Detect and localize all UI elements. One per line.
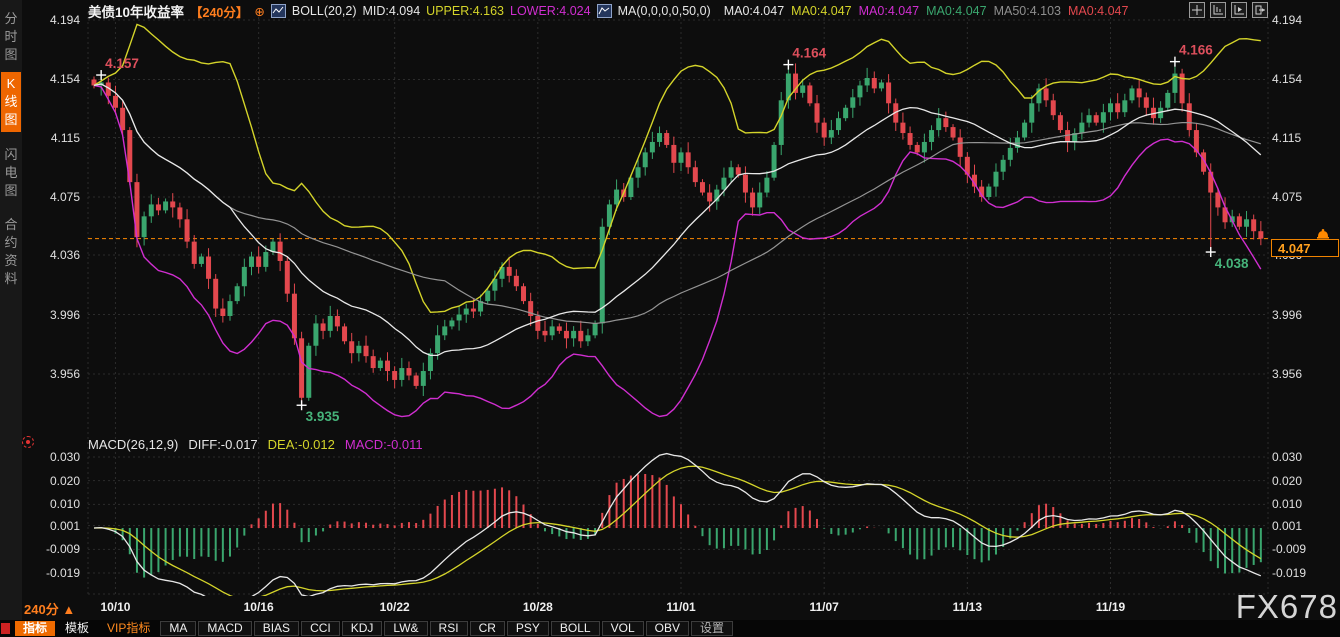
ma-value-5: MA0:4.047 <box>1068 4 1128 18</box>
x-axis-label: 11/07 <box>802 600 846 614</box>
toolbar-button-lw[interactable]: LW& <box>384 621 427 636</box>
macd-axis-label-right: 0.001 <box>1272 519 1324 533</box>
ma-label: MA(0,0,0,0,50,0) <box>618 4 711 18</box>
ma-value-2: MA0:4.047 <box>859 4 919 18</box>
price-annotation: 4.157 <box>105 56 139 71</box>
boll-indicator-icon[interactable] <box>271 4 286 18</box>
toolbar-button-rsi[interactable]: RSI <box>430 621 468 636</box>
timeframe-label: 【240分】 <box>190 2 248 21</box>
timeframe-up-arrow-icon: ▲ <box>62 602 75 617</box>
y-axis-label-left: 3.956 <box>28 367 80 381</box>
indicator-toolbar: 指标模板VIP指标MAMACDBIASCCIKDJLW&RSICRPSYBOLL… <box>0 620 1340 637</box>
macd-dea-value: DEA:-0.012 <box>268 437 335 452</box>
x-axis-label: 11/01 <box>659 600 703 614</box>
y-axis-label-left: 4.194 <box>28 13 80 27</box>
ma-value-1: MA0:4.047 <box>791 4 851 18</box>
ma-value-4: MA50:4.103 <box>994 4 1061 18</box>
macd-axis-label-left: 0.001 <box>28 519 80 533</box>
y-axis-label-right: 4.115 <box>1272 131 1324 145</box>
toolbar-button-templates[interactable]: 模板 <box>57 621 97 636</box>
exit-chart-icon[interactable] <box>1252 2 1268 18</box>
macd-header: MACD(26,12,9) DIFF:-0.017 DEA:-0.012 MAC… <box>88 437 423 452</box>
toolbar-button-kdj[interactable]: KDJ <box>342 621 383 636</box>
crosshair-icon[interactable] <box>1189 2 1205 18</box>
y-axis-label-right: 3.956 <box>1272 367 1324 381</box>
axis-scale-icon[interactable] <box>1210 2 1226 18</box>
y-axis-label-right: 4.154 <box>1272 72 1324 86</box>
price-annotation: 4.166 <box>1179 43 1213 58</box>
macd-axis-label-left: -0.019 <box>28 566 80 580</box>
price-annotation: 3.935 <box>306 409 340 424</box>
y-axis-label-left: 4.075 <box>28 190 80 204</box>
axis-play-icon[interactable] <box>1231 2 1247 18</box>
x-axis-label: 10/16 <box>237 600 281 614</box>
x-axis-label: 11/13 <box>945 600 989 614</box>
x-axis-label: 11/19 <box>1089 600 1133 614</box>
instrument-title: 美债10年收益率 <box>88 1 184 21</box>
app-logo-icon <box>1 623 10 634</box>
macd-label: MACD(26,12,9) <box>88 437 178 452</box>
y-axis-label-left: 4.036 <box>28 248 80 262</box>
x-axis-label: 10/28 <box>516 600 560 614</box>
ma-value-0: MA0:4.047 <box>724 4 784 18</box>
toolbar-button-vip-indicators[interactable]: VIP指标 <box>99 621 158 636</box>
price-annotation: 4.038 <box>1215 256 1249 271</box>
y-axis-label-left: 4.115 <box>28 131 80 145</box>
boll-upper-value: UPPER:4.163 <box>426 4 504 18</box>
toolbar-button-indicators[interactable]: 指标 <box>15 621 55 636</box>
sidebar-item-time-chart[interactable]: 分时图 <box>1 7 21 67</box>
chart-window-controls <box>1189 2 1268 18</box>
boll-label: BOLL(20,2) <box>292 4 357 18</box>
macd-axis-label-right: 0.030 <box>1272 450 1324 464</box>
macd-diff-value: DIFF:-0.017 <box>188 437 257 452</box>
y-axis-label-left: 4.154 <box>28 72 80 86</box>
sidebar-item-kline-chart[interactable]: K线图 <box>1 72 21 132</box>
toolbar-button-ma[interactable]: MA <box>160 621 196 636</box>
ma-indicator-icon[interactable] <box>597 4 612 18</box>
chart-canvas[interactable]: 4.157 3.935 4.164 4.166 4.038 <box>0 0 1340 637</box>
y-axis-label-right: 3.996 <box>1272 308 1324 322</box>
chart-header: 美债10年收益率 【240分】 ⊕ BOLL(20,2) MID:4.094 U… <box>88 3 1128 19</box>
macd-macd-value: MACD:-0.011 <box>345 437 423 452</box>
macd-axis-label-left: -0.009 <box>28 542 80 556</box>
toolbar-button-boll[interactable]: BOLL <box>551 621 600 636</box>
macd-axis-label-right: -0.009 <box>1272 542 1324 556</box>
x-axis-label: 10/22 <box>373 600 417 614</box>
toolbar-button-cci[interactable]: CCI <box>301 621 340 636</box>
add-indicator-icon[interactable]: ⊕ <box>254 4 264 19</box>
macd-axis-label-right: 0.020 <box>1272 474 1324 488</box>
toolbar-button-bias[interactable]: BIAS <box>254 621 299 636</box>
boll-lower-value: LOWER:4.024 <box>510 4 591 18</box>
macd-axis-label-left: 0.020 <box>28 474 80 488</box>
sidebar-item-flash-chart[interactable]: 闪电图 <box>1 143 21 203</box>
macd-axis-label-left: 0.030 <box>28 450 80 464</box>
macd-axis-label-left: 0.010 <box>28 497 80 511</box>
toolbar-button-macd[interactable]: MACD <box>198 621 251 636</box>
toolbar-button-psy[interactable]: PSY <box>507 621 549 636</box>
macd-axis-label-right: 0.010 <box>1272 497 1324 511</box>
timeframe-footer[interactable]: 240分 ▲ <box>24 599 75 618</box>
alert-bell-icon[interactable] <box>1316 227 1330 245</box>
timeframe-footer-label: 240分 <box>24 602 59 617</box>
y-axis-label-right: 4.194 <box>1272 13 1324 27</box>
boll-mid-value: MID:4.094 <box>363 4 421 18</box>
sidebar: 分时图 K线图闪电图合约资料 <box>0 0 22 637</box>
toolbar-button-settings[interactable]: 设置 <box>691 621 733 636</box>
toolbar-button-obv[interactable]: OBV <box>646 621 689 636</box>
toolbar-button-cr[interactable]: CR <box>470 621 505 636</box>
ma-values: MA0:4.047 MA0:4.047 MA0:4.047 MA0:4.047 MA50… <box>717 4 1129 18</box>
y-axis-label-right: 4.075 <box>1272 190 1324 204</box>
macd-axis-label-right: -0.019 <box>1272 566 1324 580</box>
x-axis-label: 10/10 <box>93 600 137 614</box>
macd-settings-icon[interactable] <box>22 436 34 448</box>
price-annotation: 4.164 <box>792 46 826 61</box>
watermark: FX678 <box>1236 588 1338 626</box>
ma-value-3: MA0:4.047 <box>926 4 986 18</box>
toolbar-button-vol[interactable]: VOL <box>602 621 644 636</box>
sidebar-item-contract-info[interactable]: 合约资料 <box>1 213 21 291</box>
trading-app-window: 分时图K线图闪电图合约资料 4.1573.9354.1644.1664.038 … <box>0 0 1340 637</box>
y-axis-label-left: 3.996 <box>28 308 80 322</box>
